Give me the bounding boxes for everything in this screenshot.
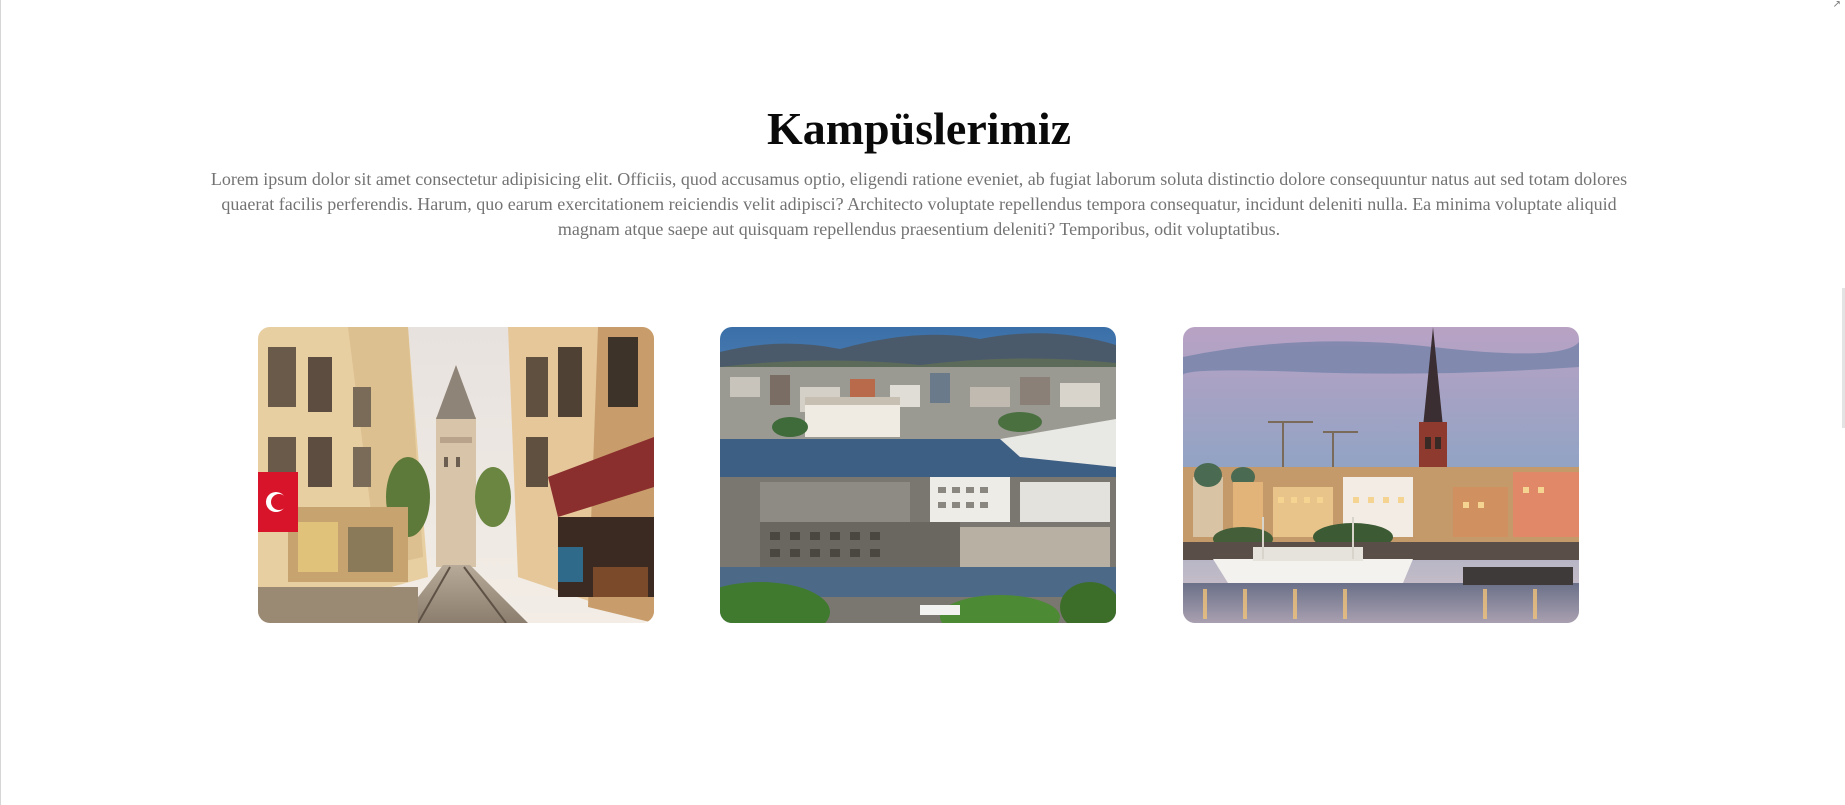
istanbul-street-image <box>258 327 654 623</box>
oslo-harbor-image <box>720 327 1116 623</box>
section-description: Lorem ipsum dolor sit amet consectetur a… <box>210 169 1628 239</box>
campus-card-3[interactable] <box>1183 327 1579 623</box>
section-title: Kampüslerimiz <box>766 103 1072 154</box>
campus-card-2[interactable] <box>720 327 1116 623</box>
stockholm-dusk-image <box>1183 327 1579 623</box>
campus-card-1[interactable] <box>258 327 654 623</box>
campuses-section: Kampüslerimiz Lorem ipsum dolor sit amet… <box>0 0 1845 805</box>
